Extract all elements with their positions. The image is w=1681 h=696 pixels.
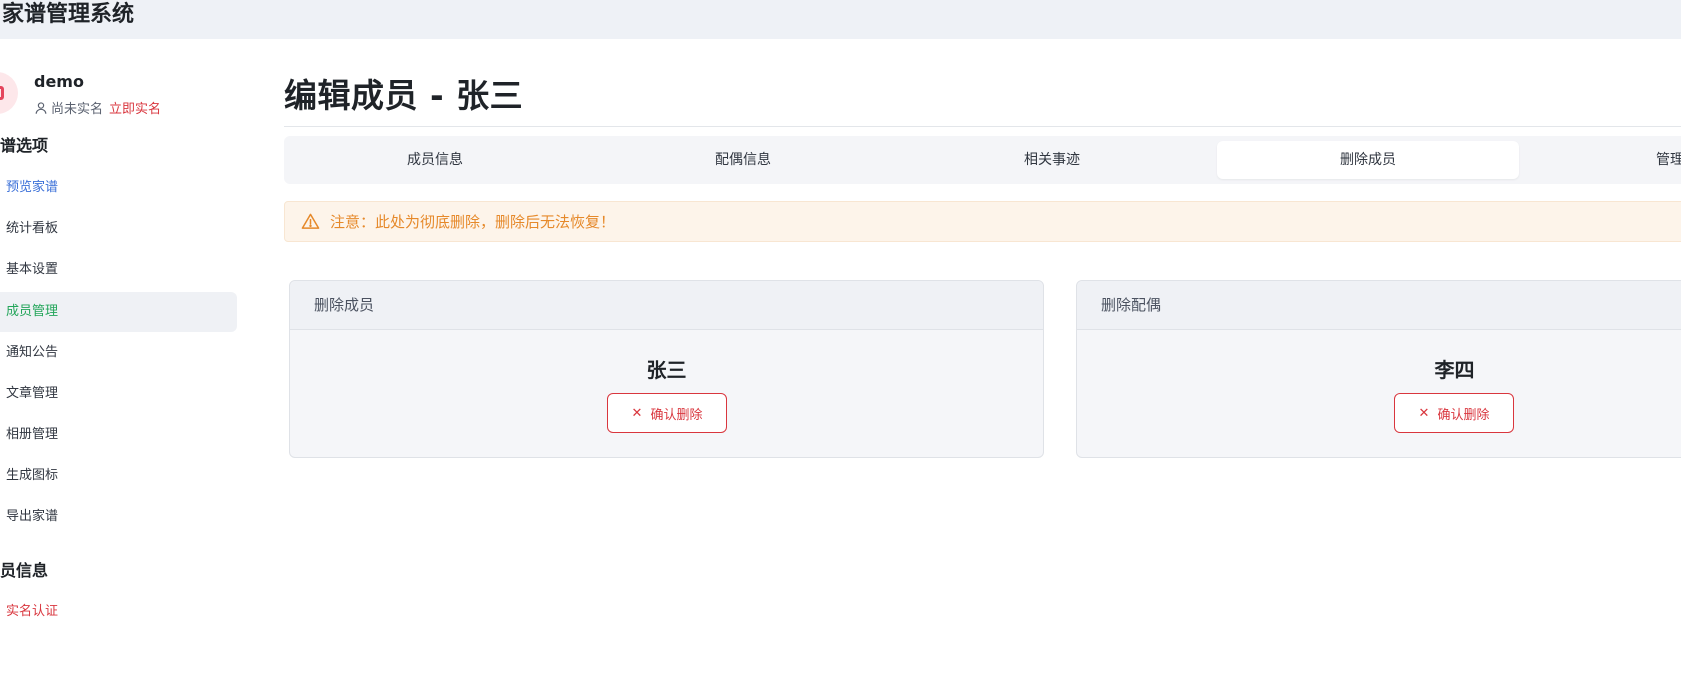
top-bar: 家谱管理系统 bbox=[0, 0, 1681, 39]
avatar[interactable] bbox=[0, 72, 18, 114]
sidebar-item-articles[interactable]: 文章管理 bbox=[0, 374, 237, 414]
avatar-glyph bbox=[0, 86, 4, 100]
sidebar-item-verification[interactable]: 实名认证 bbox=[0, 592, 237, 632]
sidebar-item-export[interactable]: 导出家谱 bbox=[0, 497, 237, 537]
tab-spouse-info[interactable]: 配偶信息 bbox=[592, 141, 894, 179]
verify-now-link[interactable]: 立即实名 bbox=[109, 98, 161, 117]
sidebar-item-generate-icon[interactable]: 生成图标 bbox=[0, 456, 237, 496]
sidebar-item-preview[interactable]: 预览家谱 bbox=[0, 168, 237, 208]
delete-spouse-card: 删除配偶 李四 ✕ 确认删除 bbox=[1076, 280, 1681, 458]
tab-bar: 成员信息 配偶信息 相关事迹 删除成员 管理 bbox=[284, 136, 1681, 184]
tab-member-info[interactable]: 成员信息 bbox=[284, 141, 586, 179]
tab-delete-member[interactable]: 删除成员 bbox=[1217, 141, 1519, 179]
title-divider bbox=[284, 126, 1681, 127]
sidebar: demo 尚未实名 立即实名 谱选项 预览家谱 统计看板 基本设置 成员管理 通… bbox=[0, 39, 245, 696]
card-header: 删除成员 bbox=[290, 281, 1043, 330]
confirm-delete-spouse-button[interactable]: ✕ 确认删除 bbox=[1394, 393, 1514, 433]
confirm-delete-label: 确认删除 bbox=[1437, 407, 1490, 423]
confirm-delete-member-button[interactable]: ✕ 确认删除 bbox=[607, 393, 727, 433]
sidebar-item-notices[interactable]: 通知公告 bbox=[0, 333, 237, 373]
tab-related-events[interactable]: 相关事迹 bbox=[901, 141, 1203, 179]
warning-text: 注意：此处为彻底删除，删除后无法恢复！ bbox=[330, 213, 616, 231]
warning-icon bbox=[301, 213, 320, 229]
sidebar-item-stats[interactable]: 统计看板 bbox=[0, 209, 237, 249]
member-name: 张三 bbox=[646, 358, 687, 382]
sidebar-item-members[interactable]: 成员管理 bbox=[0, 292, 237, 332]
delete-member-card: 删除成员 张三 ✕ 确认删除 bbox=[289, 280, 1044, 458]
sidebar-item-albums[interactable]: 相册管理 bbox=[0, 415, 237, 455]
tab-manage[interactable]: 管理 bbox=[1542, 141, 1681, 179]
card-header: 删除配偶 bbox=[1077, 281, 1681, 330]
close-icon: ✕ bbox=[1418, 405, 1430, 421]
main-content: 编辑成员 - 张三 成员信息 配偶信息 相关事迹 删除成员 管理 注意：此处为彻… bbox=[284, 39, 1681, 696]
sidebar-section-options: 谱选项 bbox=[0, 136, 49, 155]
close-icon: ✕ bbox=[631, 405, 643, 421]
username: demo bbox=[34, 72, 84, 91]
sidebar-section-member-info: 员信息 bbox=[0, 561, 49, 580]
warning-alert: 注意：此处为彻底删除，删除后无法恢复！ bbox=[284, 201, 1681, 242]
user-status: 尚未实名 立即实名 bbox=[34, 98, 161, 117]
verification-status: 尚未实名 bbox=[51, 102, 104, 117]
spouse-name: 李四 bbox=[1434, 358, 1475, 382]
page-title: 编辑成员 - 张三 bbox=[284, 76, 524, 115]
sidebar-item-settings[interactable]: 基本设置 bbox=[0, 250, 237, 290]
user-icon bbox=[35, 101, 47, 114]
app-title: 家谱管理系统 bbox=[2, 2, 135, 27]
confirm-delete-label: 确认删除 bbox=[650, 407, 703, 423]
